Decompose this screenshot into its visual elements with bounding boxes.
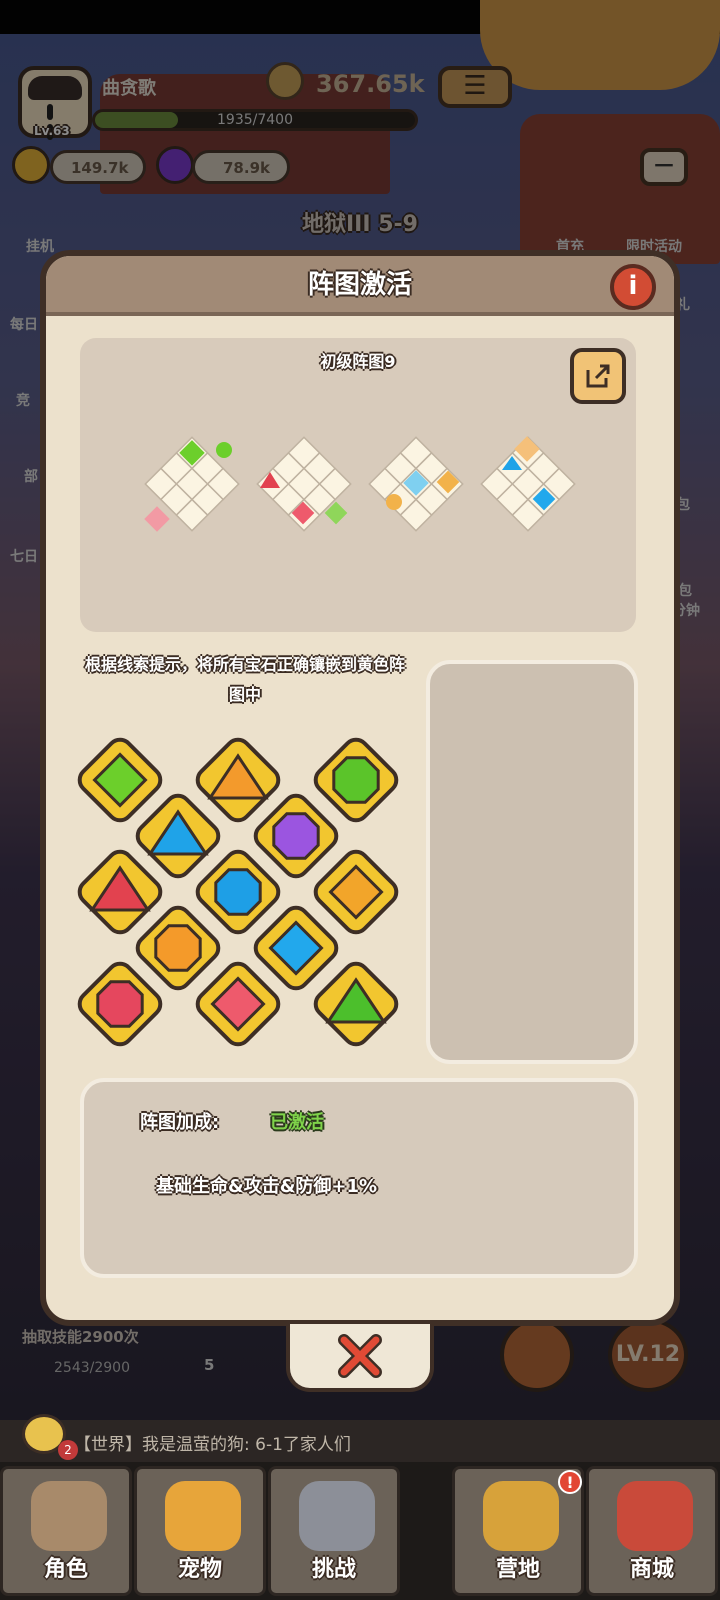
sword-icon [299, 1481, 375, 1551]
nav-label-shop: 商城 [629, 1557, 674, 1582]
nav-tab-role[interactable]: 角色 [0, 1466, 132, 1596]
gem-tile-octagon[interactable] [251, 791, 342, 882]
gem-tile-triangle[interactable] [193, 735, 284, 826]
pet-icon [165, 1481, 241, 1551]
nav-label-role: 角色 [43, 1557, 88, 1582]
gem-palette [74, 730, 414, 1060]
nav-label-camp: 营地 [495, 1557, 540, 1582]
shop-icon [617, 1481, 693, 1551]
share-icon [586, 364, 610, 388]
hint-text: 根据线索提示，将所有宝石正确镶嵌到黄色阵图中 [84, 655, 405, 704]
clue-grid-3 [366, 434, 466, 534]
close-icon [338, 1334, 382, 1378]
dialog-title: 阵图激活 [307, 270, 412, 300]
nav-tab-pet[interactable]: 宠物 [134, 1466, 266, 1596]
gem-tile-diamond[interactable] [75, 735, 166, 826]
clue-grid-2 [254, 434, 354, 534]
nav-label-challenge: 挑战 [311, 1557, 356, 1582]
clue-grid-4 [478, 434, 578, 534]
gem-tile-octagon[interactable] [311, 735, 402, 826]
chat-message: 【世界】我是温萤的狗: 6-1了家人们 [74, 1435, 351, 1455]
pattern-activation-dialog: 阵图激活 i 初级阵图9 根据线索提示，将所有宝石正确镶嵌到黄色阵图中 阵图加成… [40, 250, 680, 1326]
share-button[interactable] [570, 348, 626, 404]
bottom-nav: 角色 宠物 挑战 营地 商城 [0, 1462, 720, 1600]
bonus-effect: 基础生命&攻击&防御+1% [156, 1176, 378, 1197]
clue-grid-1 [142, 434, 242, 534]
bonus-status: 已激活 [270, 1112, 324, 1133]
bonus-panel: 阵图加成: 已激活 基础生命&攻击&防御+1% [80, 1078, 638, 1278]
nav-tab-challenge[interactable]: 挑战 [268, 1466, 400, 1596]
pattern-slot-panel[interactable] [426, 660, 638, 1064]
gem-tile-octagon[interactable] [133, 903, 224, 994]
close-button[interactable] [286, 1324, 434, 1392]
gem-tile-triangle[interactable] [75, 847, 166, 938]
gem-tile-diamond[interactable] [311, 847, 402, 938]
info-button[interactable]: i [610, 264, 656, 310]
gem-tile-diamond[interactable] [251, 903, 342, 994]
camp-alert-badge: ! [558, 1470, 582, 1494]
gem-tile-octagon[interactable] [75, 959, 166, 1050]
gem-tile-octagon[interactable] [193, 847, 284, 938]
pattern-name: 初级阵图9 [320, 352, 396, 371]
nav-label-pet: 宠物 [177, 1557, 222, 1582]
gem-tile-triangle[interactable] [133, 791, 224, 882]
pattern-preview-panel: 初级阵图9 [80, 338, 636, 632]
bonus-label: 阵图加成: [140, 1112, 220, 1133]
gem-tile-diamond[interactable] [193, 959, 284, 1050]
nav-tab-shop[interactable]: 商城 [586, 1466, 718, 1596]
role-icon [31, 1481, 107, 1551]
camp-icon [483, 1481, 559, 1551]
gem-tile-triangle[interactable] [311, 959, 402, 1050]
